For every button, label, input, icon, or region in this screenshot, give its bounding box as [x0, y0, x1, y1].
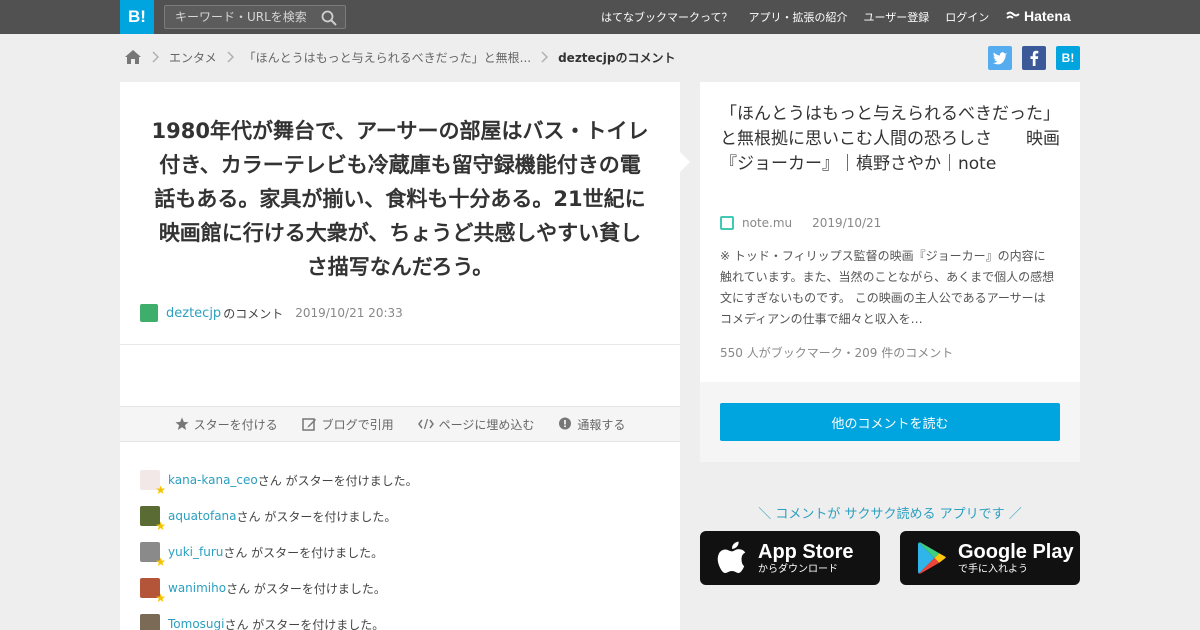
search-icon[interactable] — [321, 10, 337, 26]
alert-icon — [558, 417, 572, 431]
brand-label: Hatena — [1024, 8, 1071, 24]
star-icon: ★ — [155, 519, 166, 533]
star-message: さん がスターを付けました。 — [224, 617, 385, 630]
search-input[interactable] — [165, 6, 315, 28]
google-play-sublabel: で手に入れよう — [958, 563, 1028, 575]
comment-meta: deztecjp のコメント 2019/10/21 20:33 — [140, 304, 403, 322]
entry-source: note.mu 2019/10/21 — [720, 216, 881, 230]
app-promo-text[interactable]: ＼ コメントが サクサク読める アプリです ／ — [700, 503, 1080, 522]
list-item: ★ yuki_furu さん がスターを付けました。 — [140, 534, 418, 570]
entry-source-domain[interactable]: note.mu — [742, 216, 792, 230]
star-message: さん がスターを付けました。 — [236, 509, 397, 524]
list-item: ★ aquatofana さん がスターを付けました。 — [140, 498, 418, 534]
hatena-mark-icon — [1006, 11, 1020, 19]
star-user-link[interactable]: wanimiho — [168, 581, 226, 595]
star-user-link[interactable]: aquatofana — [168, 509, 237, 523]
hatena-bookmark-share-button[interactable]: B! — [1056, 46, 1080, 70]
breadcrumb: エンタメ 「ほんとうはもっと与えられるべきだった」と無根... deztecjp… — [124, 48, 676, 66]
twitter-icon — [992, 52, 1007, 65]
chevron-right-icon — [227, 51, 234, 63]
breadcrumb-category[interactable]: エンタメ — [169, 49, 217, 66]
apple-icon — [714, 541, 750, 575]
comment-date[interactable]: 2019/10/21 20:33 — [295, 306, 403, 320]
google-play-icon — [914, 541, 950, 575]
google-play-label: Google Play — [958, 540, 1074, 563]
entry-footer: 他のコメントを読む — [700, 382, 1080, 462]
breadcrumb-entry[interactable]: 「ほんとうはもっと与えられるべきだった」と無根... — [244, 49, 531, 66]
hatena-brand-link[interactable]: Hatena — [1006, 8, 1071, 24]
report-button[interactable]: 通報する — [558, 416, 625, 433]
search-box[interactable] — [164, 5, 346, 29]
entry-date: 2019/10/21 — [812, 216, 882, 230]
top-nav: はてなブックマークって？ アプリ・拡張の紹介 ユーザー登録 ログイン — [601, 0, 1005, 34]
list-item: ★ Tomosugi さん がスターを付けました。 — [140, 606, 418, 630]
entry-card: 「ほんとうはもっと与えられるべきだった」と無根拠に思いこむ人間の恐ろしさ 映画『… — [700, 82, 1080, 462]
star-user-link[interactable]: kana-kana_ceo — [168, 473, 258, 487]
home-icon[interactable] — [124, 49, 142, 65]
top-bar: B! はてなブックマークって？ アプリ・拡張の紹介 ユーザー登録 ログイン Ha… — [0, 0, 1200, 34]
list-item: ★ wanimiho さん がスターを付けました。 — [140, 570, 418, 606]
report-label: 通報する — [577, 417, 626, 432]
code-icon — [417, 418, 434, 430]
avatar[interactable]: ★ — [140, 506, 166, 532]
nav-login[interactable]: ログイン — [945, 9, 989, 25]
star-message: さん がスターを付けました。 — [257, 473, 418, 488]
comment-user-link[interactable]: deztecjp — [166, 306, 221, 321]
embed-label: ページに埋め込む — [438, 417, 535, 432]
entry-title-link[interactable]: 「ほんとうはもっと与えられるべきだった」と無根拠に思いこむ人間の恐ろしさ 映画『… — [720, 102, 1065, 177]
twitter-share-button[interactable] — [988, 46, 1012, 70]
nav-apps[interactable]: アプリ・拡張の紹介 — [748, 9, 847, 25]
google-play-button[interactable]: Google Play で手に入れよう — [900, 531, 1080, 585]
facebook-share-button[interactable] — [1022, 46, 1046, 70]
app-store-button[interactable]: App Store からダウンロード — [700, 531, 880, 585]
bookmark-counts[interactable]: 550 人がブックマーク・209 件のコメント — [720, 344, 953, 361]
comment-card: 1980年代が舞台で、アーサーの部屋はバス・トイレ付き、カラーテレビも冷蔵庫も留… — [120, 82, 680, 630]
avatar[interactable]: ★ — [140, 470, 166, 496]
action-bar: スターを付ける ブログで引用 ページに埋め込む 通報する — [120, 406, 680, 442]
nav-register[interactable]: ユーザー登録 — [863, 9, 929, 25]
star-list: ★ kana-kana_ceo さん がスターを付けました。 ★ aquatof… — [140, 462, 418, 630]
hatena-bookmark-logo[interactable]: B! — [120, 0, 154, 34]
read-more-comments-button[interactable]: 他のコメントを読む — [720, 403, 1060, 441]
divider — [120, 344, 680, 345]
star-icon: ★ — [155, 483, 166, 497]
star-message: さん がスターを付けました。 — [226, 581, 386, 596]
blog-quote-button[interactable]: ブログで引用 — [301, 416, 394, 433]
star-icon: ★ — [155, 555, 166, 569]
breadcrumb-current: deztecjpのコメント — [558, 50, 676, 65]
chevron-right-icon — [541, 51, 549, 63]
app-store-sublabel: からダウンロード — [758, 563, 838, 575]
blog-quote-label: ブログで引用 — [321, 417, 394, 432]
google-play-labels: Google Play で手に入れよう — [958, 541, 1074, 576]
add-star-label: スターを付ける — [193, 417, 278, 432]
star-user-link[interactable]: yuki_furu — [168, 545, 223, 559]
comment-text: 1980年代が舞台で、アーサーの部屋はバス・トイレ付き、カラーテレビも冷蔵庫も留… — [151, 119, 649, 279]
nav-about[interactable]: はてなブックマークって？ — [601, 9, 732, 25]
entry-excerpt: ※ トッド・フィリップス監督の映画『ジョーカー』の内容に触れています。また、当然… — [720, 249, 1055, 326]
embed-button[interactable]: ページに埋め込む — [417, 416, 535, 433]
avatar[interactable]: ★ — [140, 542, 166, 568]
star-icon: ★ — [155, 591, 166, 605]
star-icon — [175, 417, 189, 431]
user-avatar[interactable] — [140, 304, 158, 322]
app-store-labels: App Store からダウンロード — [758, 541, 854, 576]
avatar[interactable]: ★ — [140, 578, 166, 604]
app-store-label: App Store — [758, 540, 854, 563]
edit-icon — [301, 417, 317, 432]
avatar[interactable]: ★ — [140, 614, 166, 630]
facebook-icon — [1030, 50, 1039, 66]
star-message: さん がスターを付けました。 — [223, 545, 384, 560]
card-pointer — [680, 152, 690, 172]
add-star-button[interactable]: スターを付ける — [175, 416, 278, 433]
star-user-link[interactable]: Tomosugi — [168, 617, 224, 630]
comment-user-suffix: のコメント — [223, 306, 284, 321]
chevron-right-icon — [152, 51, 159, 63]
note-favicon-icon — [720, 216, 734, 230]
list-item: ★ kana-kana_ceo さん がスターを付けました。 — [140, 462, 418, 498]
